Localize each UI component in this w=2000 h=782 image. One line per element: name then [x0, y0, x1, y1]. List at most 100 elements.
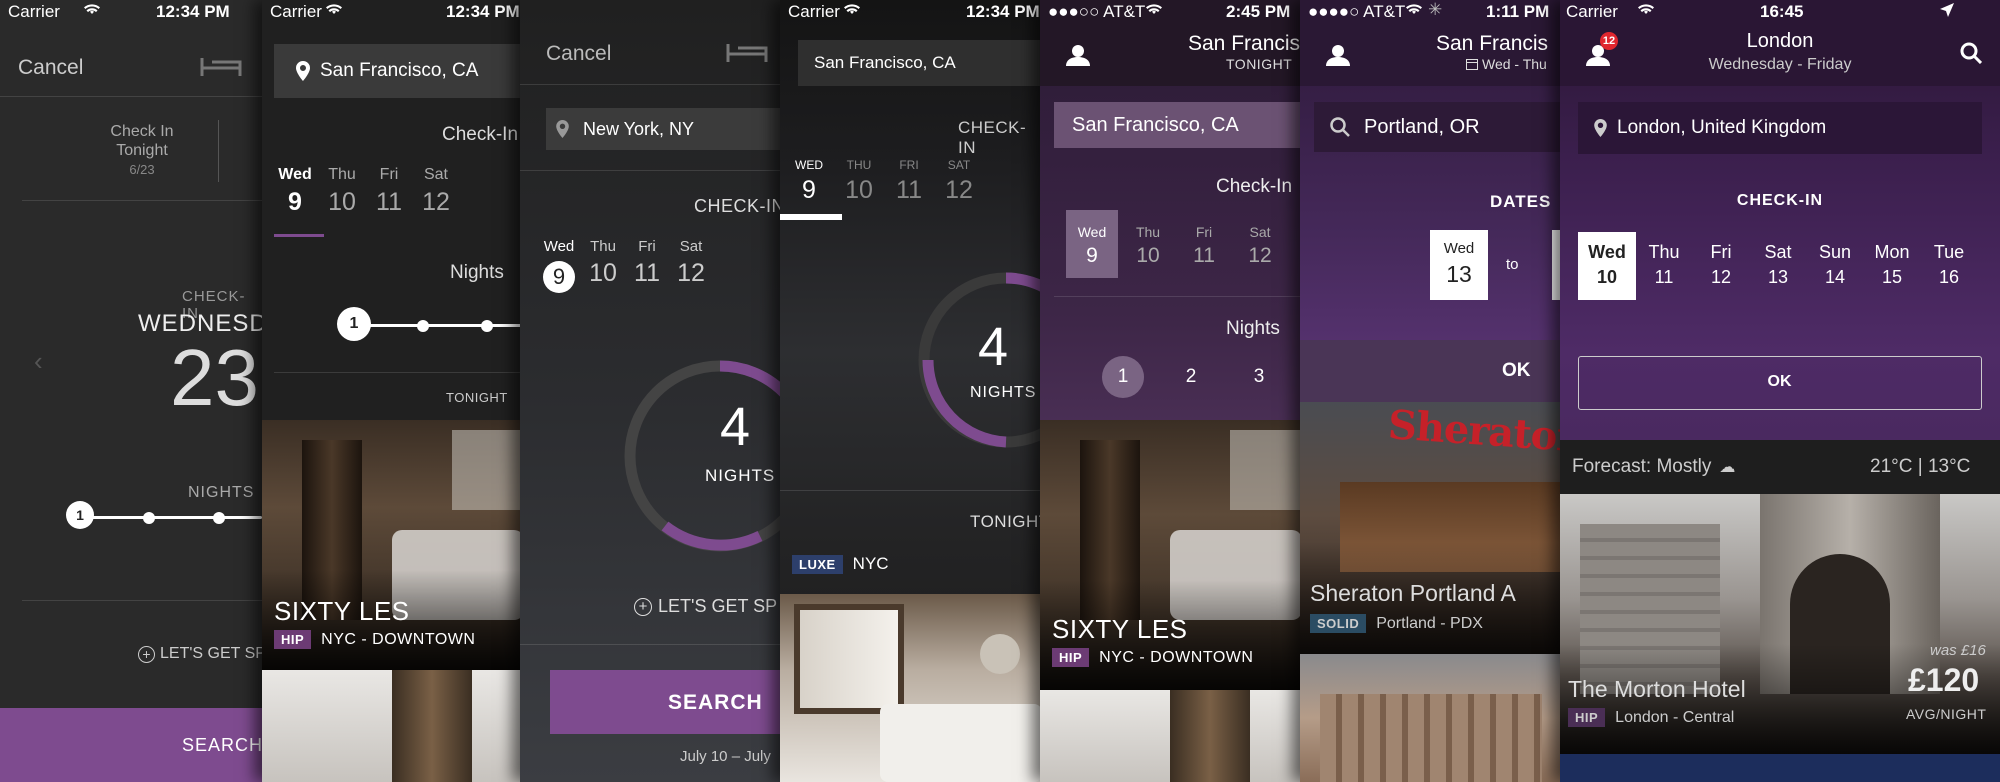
day-option[interactable]: Fri 11 — [1178, 224, 1230, 268]
day-option[interactable]: Mon 15 — [1863, 242, 1921, 288]
panel-3-nights-dial: Cancel New York, NY CHECK-IN Wed 9 Thu 10 Fr… — [520, 0, 782, 782]
selected-day-indicator — [780, 214, 842, 220]
day-option[interactable]: Sun 14 — [1806, 242, 1864, 288]
hotel-photo-sixty-les[interactable]: SIXTY LES HIP NYC - DOWNTOWN — [1040, 420, 1302, 690]
location-field[interactable]: Portland, OR — [1314, 102, 1562, 152]
profile-icon[interactable] — [1066, 44, 1090, 66]
location-field[interactable]: San Francisco, CA — [1054, 102, 1302, 148]
panel-1-checkin-screen: Carrier 12:34 PM Cancel Check In Tonight… — [0, 0, 262, 782]
day-weekday: Thu — [1648, 242, 1680, 262]
slider-dot[interactable] — [417, 320, 429, 332]
day-option[interactable]: THU 10 — [834, 158, 884, 205]
nights-option[interactable]: 2 — [1170, 356, 1212, 398]
cancel-button[interactable]: Cancel — [546, 42, 611, 66]
day-option[interactable]: FRI 11 — [884, 158, 934, 205]
search-icon[interactable] — [1960, 42, 1982, 64]
day-option[interactable]: Tue 16 — [1920, 242, 1978, 288]
search-icon — [1330, 117, 1350, 137]
hotel-photo-building[interactable] — [262, 670, 524, 782]
location-field[interactable]: San Francisco, CA — [798, 40, 1042, 86]
tonight-toggle[interactable]: TONIGHT — [446, 390, 508, 405]
day-option[interactable]: SAT 12 — [934, 158, 984, 205]
tonight-toggle[interactable]: TONIGHT — [970, 512, 1042, 532]
day-option[interactable]: Wed 9 — [270, 166, 320, 217]
status-bar: Carrier 16:45 — [1560, 0, 2000, 24]
day-number: 10 — [845, 176, 873, 204]
nights-option[interactable]: 1 — [1102, 356, 1144, 398]
day-weekday: THU — [846, 158, 872, 172]
hotel-photo-sheraton[interactable]: Sheraton Sheraton Portland A SOLID Portl… — [1300, 401, 1562, 654]
ok-button-label: OK — [1767, 373, 1792, 390]
day-weekday: Sun — [1818, 242, 1852, 262]
next-listing-strip[interactable] — [1560, 754, 2000, 782]
day-option[interactable]: Thu 10 — [580, 238, 626, 288]
start-date-weekday: Wed — [1443, 240, 1475, 257]
cancel-button[interactable]: Cancel — [18, 56, 83, 80]
chevron-left-icon[interactable]: ‹ — [34, 346, 43, 377]
ok-button[interactable]: OK — [1300, 340, 1562, 402]
day-option[interactable]: WED 9 — [784, 158, 834, 205]
hotel-tag: HIP — [1568, 708, 1606, 727]
day-weekday: Sat — [679, 238, 703, 255]
nights-caption: NIGHTS — [188, 484, 255, 501]
hotel-photo-room[interactable] — [780, 594, 1042, 782]
clock: 12:34 PM — [446, 2, 520, 21]
hotel-tag: HIP — [1052, 648, 1090, 667]
nights-slider-track[interactable] — [78, 516, 262, 519]
hotel-photo-morton[interactable]: was £16 The Morton Hotel HIP London - Ce… — [1560, 494, 2000, 754]
nights-slider-knob[interactable]: 1 — [337, 307, 371, 341]
hotel-photo-building[interactable] — [1040, 690, 1302, 782]
panel-2-location-picker: Carrier 12:34 PM San Francisco, CA Check… — [262, 0, 524, 782]
lets-get-specific-button[interactable]: + LET'S GET SPE — [138, 645, 262, 663]
day-option[interactable]: Fri 12 — [1692, 242, 1750, 288]
day-option[interactable]: Thu 10 — [317, 166, 367, 217]
day-option[interactable]: Wed 10 — [1578, 242, 1636, 288]
day-option[interactable]: Sat 12 — [1234, 224, 1286, 268]
day-weekday: Fri — [1710, 242, 1732, 262]
day-option[interactable]: Fri 11 — [624, 238, 670, 288]
header-subtitle: Wednesday - Friday — [1708, 56, 1852, 73]
day-number: 12 — [1248, 244, 1272, 267]
day-number: 9 — [543, 261, 575, 293]
ok-button[interactable]: OK — [1578, 356, 1982, 410]
nights-dial[interactable] — [620, 356, 782, 556]
wifi-icon — [1406, 2, 1422, 16]
nights-slider-knob[interactable]: 1 — [66, 501, 94, 529]
location-arrow-icon — [1940, 3, 1954, 17]
slider-dot[interactable] — [213, 512, 225, 524]
search-button[interactable]: SEARCH — [0, 708, 262, 782]
day-weekday: Thu — [1135, 224, 1161, 240]
location-field[interactable]: London, United Kingdom — [1578, 102, 1982, 154]
carrier-label: Carrier — [1566, 2, 1618, 21]
nights-slider-track[interactable] — [352, 324, 524, 327]
selected-day-indicator — [274, 234, 324, 237]
day-option[interactable]: Thu 11 — [1635, 242, 1693, 288]
location-field[interactable]: New York, NY — [546, 108, 782, 150]
lets-get-specific-button[interactable]: + LET'S GET SP — [634, 596, 777, 617]
day-number: 12 — [422, 188, 450, 216]
profile-icon[interactable] — [1326, 44, 1350, 66]
slider-dot[interactable] — [143, 512, 155, 524]
panel-5-purple-checkin: ●●●○○ AT&T 2:45 PM San Francis TONIGHT S… — [1040, 0, 1302, 782]
day-option[interactable]: Fri 11 — [364, 166, 414, 217]
day-option[interactable]: Sat 12 — [411, 166, 461, 217]
day-option[interactable]: Sat 12 — [668, 238, 714, 288]
carrier-label: ●●●●○ AT&T — [1308, 2, 1406, 21]
slider-dot[interactable] — [481, 320, 493, 332]
hotel-photo-building[interactable] — [1300, 654, 1562, 782]
location-field[interactable]: San Francisco, CA — [274, 44, 524, 98]
nights-count: 4 — [720, 397, 751, 457]
day-weekday: Sat — [1249, 224, 1271, 240]
checkin-summary[interactable]: Check In Tonight 6/23 — [92, 122, 192, 179]
lets-get-specific-label: LET'S GET SP — [658, 596, 778, 616]
hotel-meta: HIP NYC - DOWNTOWN — [274, 630, 475, 649]
hotel-photo-sixty-les[interactable]: SIXTY LES HIP NYC - DOWNTOWN — [262, 420, 524, 670]
panel-6-dates-picker: ●●●●○ AT&T ✳ 1:11 PM San Francis Wed - T… — [1300, 0, 1562, 782]
start-date-box[interactable]: Wed 13 — [1430, 230, 1488, 300]
day-option[interactable]: Wed 9 — [1066, 224, 1118, 268]
day-option[interactable]: Sat 13 — [1749, 242, 1807, 288]
nights-option[interactable]: 3 — [1238, 356, 1280, 398]
day-option[interactable]: Wed 9 — [536, 238, 582, 293]
search-button[interactable]: SEARCH — [550, 670, 782, 734]
day-option[interactable]: Thu 10 — [1122, 224, 1174, 268]
